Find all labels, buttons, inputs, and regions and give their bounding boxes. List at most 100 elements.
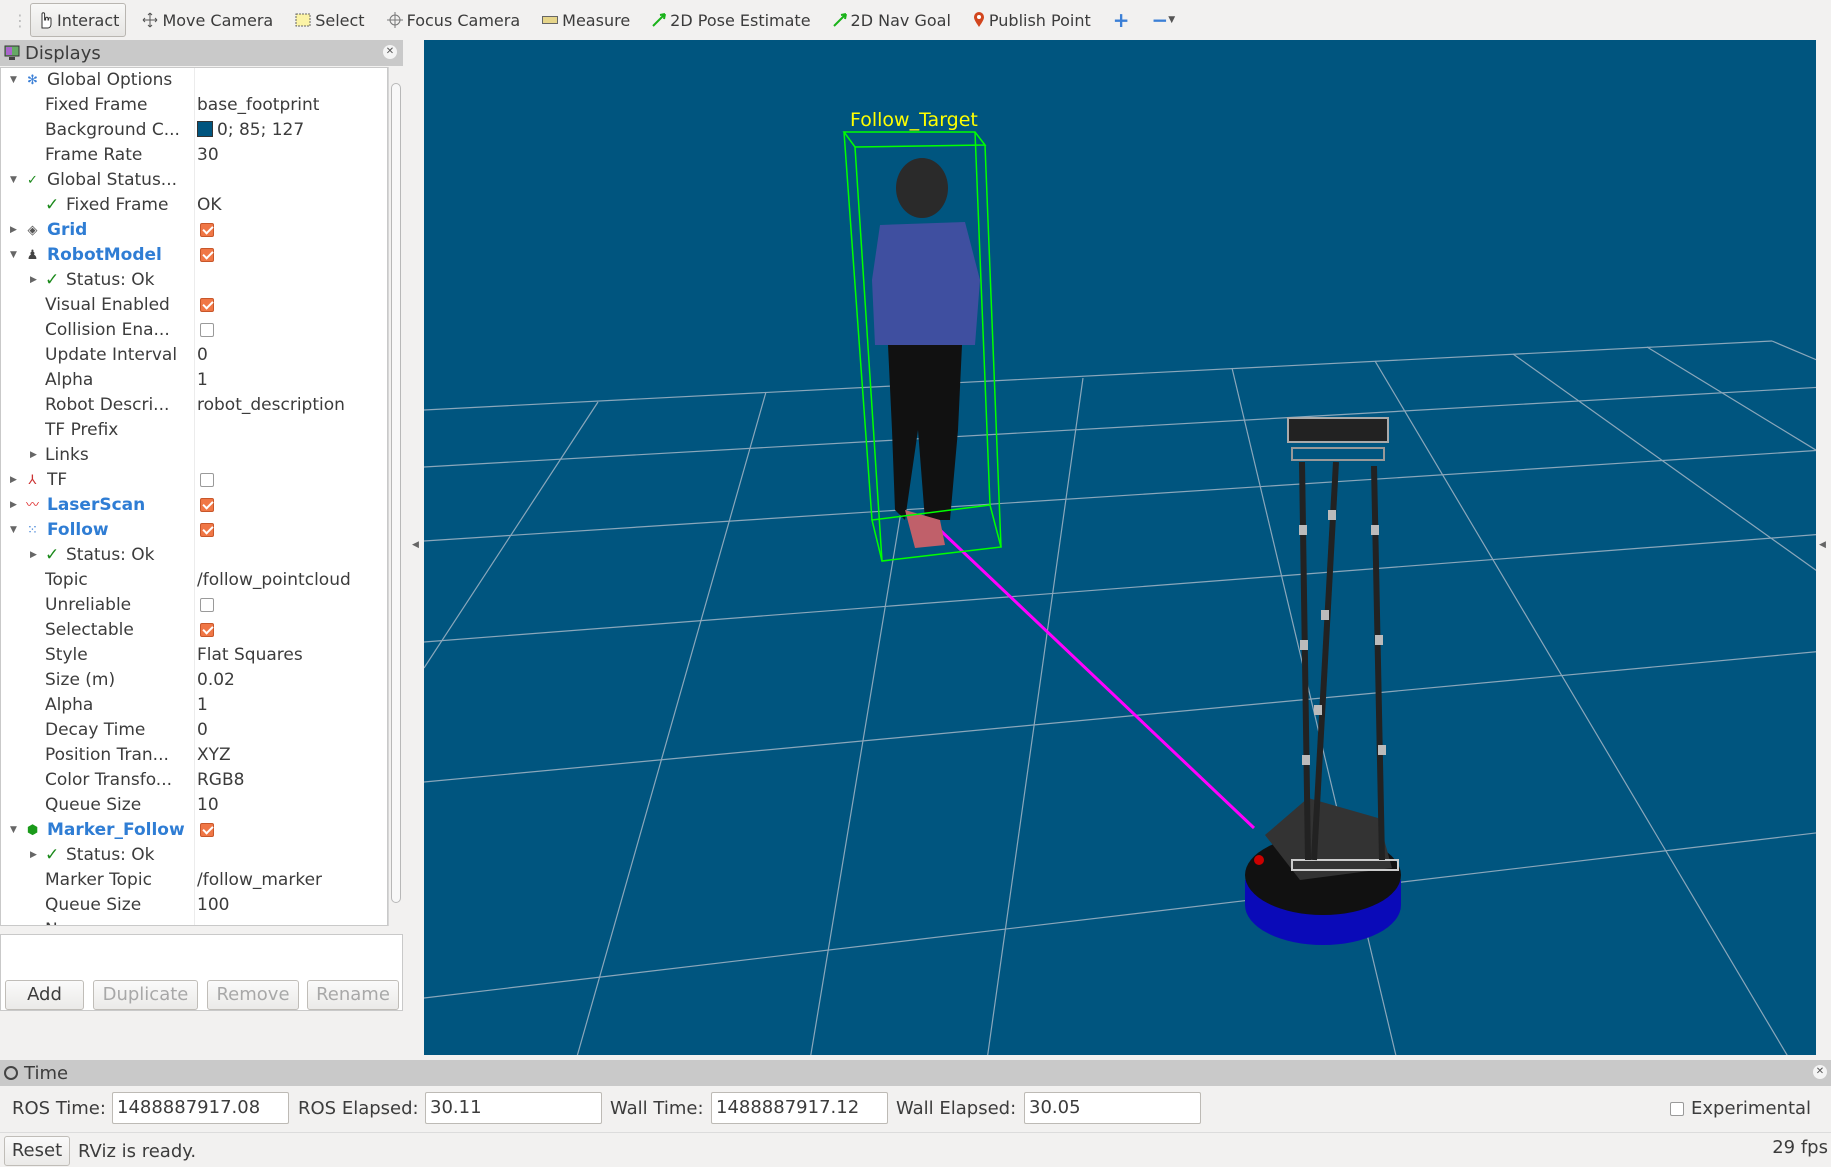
expand-right-icon[interactable]: ▶ (30, 268, 37, 293)
expand-right-icon[interactable]: ▶ (30, 543, 37, 568)
property-row[interactable]: Robot Descri... robot_description (1, 393, 387, 418)
remove-button[interactable]: Remove (207, 980, 299, 1010)
display-item[interactable]: ▶ ◈ Grid (1, 218, 387, 243)
property-value[interactable]: 10 (197, 793, 219, 818)
plus-icon[interactable]: + (1107, 3, 1136, 37)
close-icon[interactable]: ✕ (1813, 1065, 1827, 1079)
tree-scrollbar[interactable] (388, 67, 402, 926)
expand-down-icon[interactable]: ▼ (10, 243, 17, 268)
3d-scene[interactable]: Follow_Target (424, 40, 1816, 1055)
tool-measure[interactable]: Measure (536, 3, 636, 37)
enable-checkbox[interactable] (200, 523, 214, 537)
expand-down-icon[interactable]: ▼ (10, 168, 17, 193)
enable-checkbox[interactable] (200, 298, 214, 312)
color-swatch[interactable] (197, 121, 213, 137)
property-row[interactable]: Collision Ena... (1, 318, 387, 343)
property-row[interactable]: Frame Rate 30 (1, 143, 387, 168)
duplicate-button[interactable]: Duplicate (93, 980, 198, 1010)
property-row[interactable]: Alpha 1 (1, 368, 387, 393)
property-row[interactable]: Update Interval 0 (1, 343, 387, 368)
property-row[interactable]: ▶ ✓ Status: Ok (1, 543, 387, 568)
property-row[interactable]: N... (1, 918, 387, 925)
expand-right-icon[interactable]: ▶ (30, 443, 37, 468)
property-value[interactable]: /follow_pointcloud (197, 568, 351, 593)
property-row[interactable]: Decay Time 0 (1, 718, 387, 743)
property-row[interactable]: ▶ ✓ Status: Ok (1, 843, 387, 868)
enable-checkbox[interactable] (200, 248, 214, 262)
property-row[interactable]: Selectable (1, 618, 387, 643)
property-value[interactable]: 1 (197, 693, 208, 718)
property-value[interactable]: 0.02 (197, 668, 235, 693)
enable-checkbox[interactable] (200, 498, 214, 512)
tool-focus-camera[interactable]: Focus Camera (381, 3, 527, 37)
property-value[interactable]: 0 (197, 718, 208, 743)
add-button[interactable]: Add (5, 980, 84, 1010)
property-row[interactable]: ▶ ✓ Status: Ok (1, 268, 387, 293)
tool-2d-pose-estimate[interactable]: 2D Pose Estimate (646, 3, 816, 37)
display-item[interactable]: ▶ ⅄ TF (1, 468, 387, 493)
property-row[interactable]: ✓ Fixed Frame OK (1, 193, 387, 218)
ros-time-field[interactable]: 1488887917.08 (112, 1092, 289, 1124)
property-row[interactable]: Background C... 0; 85; 127 (1, 118, 387, 143)
property-value[interactable]: base_footprint (197, 93, 319, 118)
wall-time-field[interactable]: 1488887917.12 (711, 1092, 888, 1124)
expand-down-icon[interactable]: ▼ (10, 518, 17, 543)
property-row[interactable]: Position Tran... XYZ (1, 743, 387, 768)
display-item[interactable]: ▼ ⬢ Marker_Follow (1, 818, 387, 843)
enable-checkbox[interactable] (200, 823, 214, 837)
property-row[interactable]: Alpha 1 (1, 693, 387, 718)
property-value[interactable]: 30 (197, 143, 219, 168)
property-row[interactable]: TF Prefix (1, 418, 387, 443)
property-row[interactable]: Marker Topic/follow_marker (1, 868, 387, 893)
wall-elapsed-field[interactable]: 30.05 (1024, 1092, 1201, 1124)
minus-icon[interactable]: − ▼ (1146, 3, 1182, 37)
property-value[interactable]: RGB8 (197, 768, 244, 793)
display-item[interactable]: ▼ ⁙ Follow (1, 518, 387, 543)
display-item[interactable]: ▶ 〰 LaserScan (1, 493, 387, 518)
scrollbar-thumb[interactable] (391, 83, 401, 903)
property-value[interactable]: 100 (197, 893, 229, 918)
tool-move-camera[interactable]: Move Camera (136, 3, 279, 37)
expand-right-icon[interactable]: ▶ (30, 843, 37, 868)
enable-checkbox[interactable] (200, 598, 214, 612)
property-value[interactable]: 1 (197, 368, 208, 393)
expand-down-icon[interactable]: ▼ (10, 818, 17, 843)
panel-splitter[interactable]: ◀ (405, 40, 422, 1055)
property-value[interactable]: XYZ (197, 743, 231, 768)
display-item[interactable]: ▼ ♟ RobotModel (1, 243, 387, 268)
property-row[interactable]: Size (m) 0.02 (1, 668, 387, 693)
tool-2d-nav-goal[interactable]: 2D Nav Goal (827, 3, 957, 37)
close-icon[interactable]: ✕ (383, 45, 397, 59)
property-value[interactable]: OK (197, 193, 222, 218)
ros-elapsed-field[interactable]: 30.11 (425, 1092, 602, 1124)
enable-checkbox[interactable] (200, 223, 214, 237)
property-row[interactable]: Unreliable (1, 593, 387, 618)
enable-checkbox[interactable] (200, 473, 214, 487)
rename-button[interactable]: Rename (307, 980, 399, 1010)
enable-checkbox[interactable] (200, 623, 214, 637)
tool-interact[interactable]: Interact (30, 3, 127, 37)
property-row[interactable]: Queue Size 100 (1, 893, 387, 918)
property-row[interactable]: Queue Size 10 (1, 793, 387, 818)
property-row[interactable]: Visual Enabled (1, 293, 387, 318)
property-row[interactable]: Style Flat Squares (1, 643, 387, 668)
property-row[interactable]: ▶ Links (1, 443, 387, 468)
property-value[interactable]: 0 (197, 343, 208, 368)
experimental-checkbox[interactable] (1670, 1102, 1684, 1116)
3d-viewport[interactable]: Follow_Target (424, 40, 1816, 1055)
property-row[interactable]: Fixed Frame base_footprint (1, 93, 387, 118)
reset-button[interactable]: Reset (4, 1136, 70, 1166)
property-value[interactable]: /follow_marker (197, 868, 322, 893)
tool-select[interactable]: Select (289, 3, 370, 37)
property-row[interactable]: Topic/follow_pointcloud (1, 568, 387, 593)
tool-publish-point[interactable]: Publish Point (967, 3, 1097, 37)
display-item[interactable]: ▼ ✓ Global Status... (1, 168, 387, 193)
property-value[interactable]: robot_description (197, 393, 345, 418)
property-value[interactable]: Flat Squares (197, 643, 303, 668)
expand-right-icon[interactable]: ▶ (10, 493, 17, 518)
enable-checkbox[interactable] (200, 323, 214, 337)
expand-down-icon[interactable]: ▼ (10, 68, 17, 93)
property-value[interactable]: 0; 85; 127 (197, 118, 304, 143)
expand-right-icon[interactable]: ▶ (10, 218, 17, 243)
expand-right-icon[interactable]: ▶ (10, 468, 17, 493)
